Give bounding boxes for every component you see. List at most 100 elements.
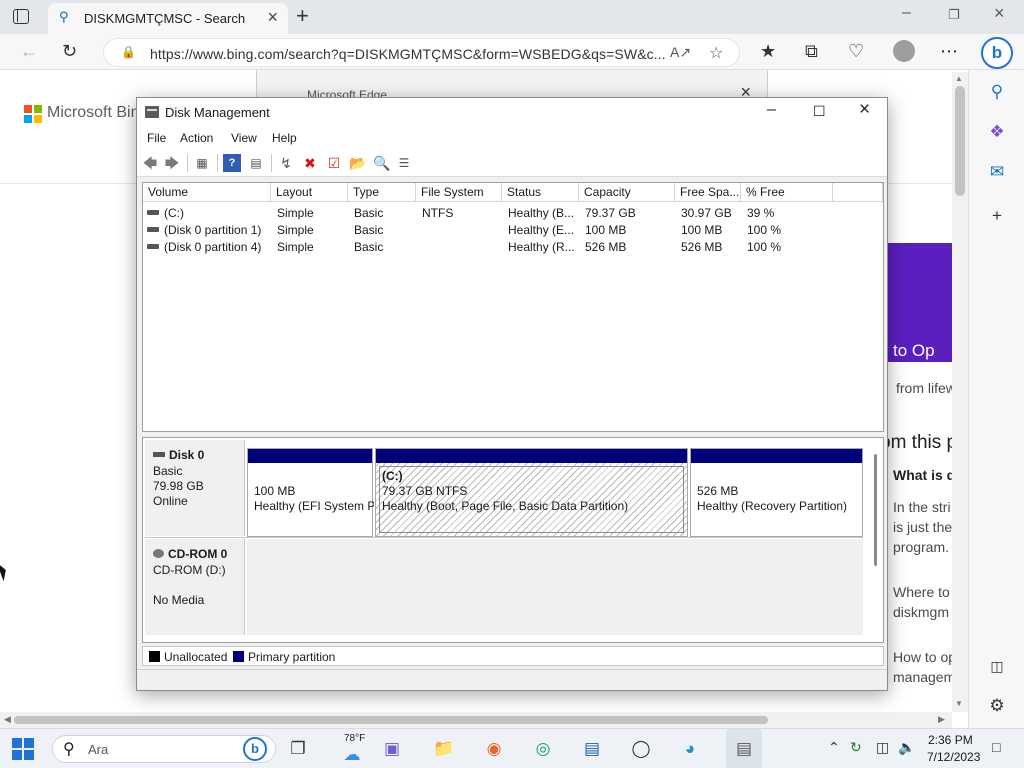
favorites-icon[interactable]: ★: [760, 40, 776, 62]
restore-icon[interactable]: ❐: [948, 7, 960, 23]
column-header-file-system[interactable]: File System: [416, 183, 502, 202]
scroll-left-icon[interactable]: ◀: [4, 714, 11, 725]
active-tab[interactable]: ⚲ DISKMGMTÇMSC - Search ×: [48, 3, 288, 34]
column-header-percent-free[interactable]: % Free: [741, 183, 833, 202]
more-icon[interactable]: ⋯: [940, 40, 958, 62]
scroll-up-icon[interactable]: ▲: [955, 74, 963, 83]
scroll-right-icon[interactable]: ▶: [938, 714, 945, 725]
file-explorer-icon[interactable]: 📁: [432, 737, 456, 761]
cdrom-area[interactable]: [247, 539, 863, 635]
firefox-icon[interactable]: ◉: [482, 737, 506, 761]
table-row[interactable]: (Disk 0 partition 1) Simple Basic Health…: [143, 222, 883, 239]
column-header-capacity[interactable]: Capacity: [579, 183, 675, 202]
table-row[interactable]: (Disk 0 partition 4) Simple Basic Health…: [143, 239, 883, 256]
column-header-volume[interactable]: Volume: [143, 183, 271, 202]
partition-recovery[interactable]: 526 MB Healthy (Recovery Partition): [690, 448, 863, 537]
cdrom-0-label[interactable]: CD-ROM 0 CD-ROM (D:) No Media: [145, 539, 245, 635]
page-horizontal-scrollbar[interactable]: ◀ ▶: [0, 712, 952, 728]
edge-icon[interactable]: ◕: [678, 737, 702, 761]
tools-icon[interactable]: ❖: [987, 122, 1007, 142]
browser-essentials-icon[interactable]: ♡: [848, 40, 864, 62]
clock-time[interactable]: 2:36 PM: [928, 733, 973, 747]
list-icon[interactable]: ☰: [395, 154, 413, 172]
question-text[interactable]: What is d: [893, 467, 955, 483]
column-header-layout[interactable]: Layout: [271, 183, 348, 202]
chevron-up-icon[interactable]: ⌃: [828, 739, 840, 756]
partition-c[interactable]: (C:) 79.37 GB NTFS Healthy (Boot, Page F…: [375, 448, 688, 537]
menu-action[interactable]: Action: [180, 131, 213, 145]
split-screen-icon[interactable]: ◫: [987, 656, 1007, 676]
chrome-icon[interactable]: ◎: [531, 737, 555, 761]
table-row[interactable]: (C:) Simple Basic NTFS Healthy (B... 79.…: [143, 205, 883, 222]
lock-icon[interactable]: 🔒: [121, 45, 136, 59]
minimize-icon[interactable]: –: [767, 101, 776, 119]
scroll-down-icon[interactable]: ▼: [955, 699, 963, 708]
close-icon[interactable]: ×: [859, 99, 870, 121]
link-line[interactable]: managem: [893, 669, 955, 685]
taskbar-search[interactable]: ⚲ Ara b: [52, 735, 276, 763]
folder-up-icon[interactable]: 📂: [349, 154, 367, 172]
column-header-type[interactable]: Type: [348, 183, 416, 202]
scroll-thumb[interactable]: [14, 716, 768, 724]
menu-help[interactable]: Help: [272, 131, 297, 145]
result-card-image[interactable]: w to Op sk anageme: [880, 243, 952, 362]
read-aloud-icon[interactable]: A↗: [670, 44, 691, 61]
help-icon[interactable]: ?: [223, 154, 241, 172]
outlook-icon[interactable]: ✉: [987, 162, 1007, 182]
collections-icon[interactable]: ⧉: [805, 40, 818, 62]
check-icon[interactable]: ☑: [325, 154, 343, 172]
link-line[interactable]: Where to: [893, 584, 950, 600]
disk-graphical-view[interactable]: Disk 0 Basic 79.98 GB Online 100 MB Heal…: [142, 437, 884, 643]
network-icon[interactable]: ◫: [876, 739, 889, 756]
connect-icon[interactable]: ↯: [277, 154, 295, 172]
partition-efi[interactable]: 100 MB Healthy (EFI System P: [247, 448, 374, 537]
bing-chat-icon[interactable]: b: [981, 37, 1013, 69]
scroll-thumb[interactable]: [874, 454, 877, 566]
delete-icon[interactable]: ✖: [301, 154, 319, 172]
favorite-icon[interactable]: ☆: [709, 43, 723, 63]
window-close-icon[interactable]: ×: [994, 3, 1005, 24]
weather-icon[interactable]: ☁: [340, 743, 364, 767]
tab-actions-icon[interactable]: [13, 9, 29, 24]
minimize-icon[interactable]: –: [902, 4, 911, 22]
sync-icon[interactable]: ↻: [850, 739, 862, 756]
dm-title-bar[interactable]: Disk Management – ☐ ×: [137, 98, 887, 127]
link-line[interactable]: diskmgm: [893, 604, 949, 620]
teams-icon[interactable]: ▣: [380, 737, 404, 761]
profile-icon[interactable]: [893, 40, 915, 62]
disk-management-icon[interactable]: ▤: [732, 737, 756, 761]
graph-scrollbar[interactable]: [871, 452, 883, 570]
menu-file[interactable]: File: [147, 131, 166, 145]
column-header-free-space[interactable]: Free Spa...: [675, 183, 741, 202]
bing-icon[interactable]: b: [243, 737, 267, 761]
close-icon[interactable]: ×: [267, 7, 278, 28]
url-text[interactable]: https://www.bing.com/search?q=DISKMGMTÇM…: [150, 46, 666, 62]
volume-list[interactable]: Volume Layout Type File System Status Ca…: [142, 182, 884, 432]
plus-icon[interactable]: +: [296, 3, 309, 29]
volume-icon[interactable]: 🔈: [898, 739, 915, 756]
console-tree-icon[interactable]: ▦: [193, 154, 211, 172]
properties-icon[interactable]: ▤: [247, 154, 265, 172]
address-bar[interactable]: 🔒 https://www.bing.com/search?q=DISKMGMT…: [103, 38, 740, 67]
scroll-thumb[interactable]: [955, 86, 965, 196]
link-line[interactable]: How to op: [893, 649, 956, 665]
menu-view[interactable]: View: [231, 131, 257, 145]
disk-0-label[interactable]: Disk 0 Basic 79.98 GB Online: [145, 440, 245, 536]
forward-icon[interactable]: 🡆: [163, 154, 181, 172]
refresh-icon[interactable]: ↻: [62, 40, 77, 62]
clock-date[interactable]: 7/12/2023: [927, 750, 980, 764]
folder-search-icon[interactable]: 🔍: [373, 154, 391, 172]
back-icon[interactable]: 🡄: [141, 154, 159, 172]
page-vertical-scrollbar[interactable]: ▲ ▼: [952, 72, 968, 712]
back-icon[interactable]: ←: [20, 40, 38, 62]
notepad-icon[interactable]: ▤: [580, 737, 604, 761]
search-icon[interactable]: ⚲: [987, 82, 1007, 102]
add-icon[interactable]: +: [987, 206, 1007, 226]
maximize-icon[interactable]: ☐: [813, 103, 826, 120]
notification-icon[interactable]: □: [992, 739, 1000, 755]
app-icon[interactable]: ◯: [629, 737, 653, 761]
column-header-status[interactable]: Status: [502, 183, 579, 202]
source-text[interactable]: from lifew: [896, 380, 956, 396]
windows-start-icon[interactable]: [12, 738, 34, 760]
settings-icon[interactable]: ⚙: [987, 696, 1007, 716]
